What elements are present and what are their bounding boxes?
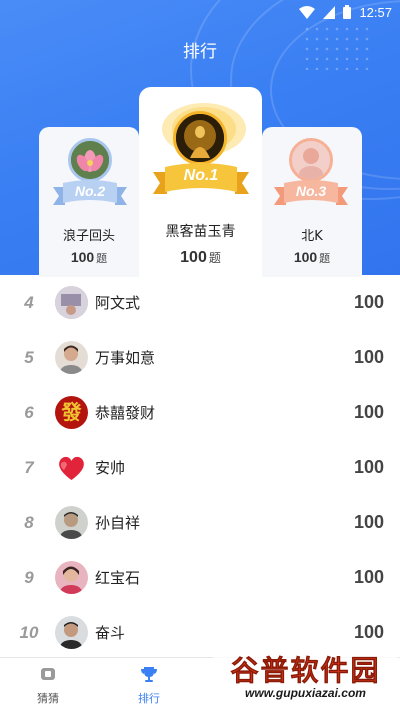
user-name: 红宝石 xyxy=(95,569,141,587)
avatar xyxy=(289,138,333,182)
tab-ranking-label: 排行 xyxy=(138,692,160,705)
avatar xyxy=(55,561,88,594)
person-avatar-icon xyxy=(55,341,88,374)
page-title: 排行 xyxy=(183,42,217,62)
rank-number: 6 xyxy=(24,402,34,422)
rank-number: 5 xyxy=(24,347,34,367)
podium-score-first: 100 题 xyxy=(139,247,262,267)
signal-icon xyxy=(323,5,336,19)
guess-icon xyxy=(41,668,55,680)
rank-badge-second: No.2 xyxy=(74,183,106,199)
ranking-row[interactable]: 5 万事如意 100 xyxy=(0,330,400,385)
ranking-row[interactable]: 9 红宝石 100 xyxy=(0,550,400,605)
ranking-row[interactable]: 6 發 恭囍發财 100 xyxy=(0,385,400,440)
wifi-icon xyxy=(299,5,316,19)
tab-ranking[interactable]: 排行 xyxy=(119,658,179,710)
status-bar: 12:57 xyxy=(299,3,392,21)
avatar xyxy=(55,451,88,484)
avatar xyxy=(55,506,88,539)
podium-name-third: 北K xyxy=(301,229,323,244)
podium-score-second: 100 题 xyxy=(39,247,139,266)
avatar xyxy=(55,341,88,374)
avatar xyxy=(68,138,112,182)
user-name: 阿文式 xyxy=(95,294,141,312)
rank-number: 9 xyxy=(24,567,34,587)
podium-card-third[interactable]: No.3 北K 100 题 xyxy=(262,127,362,277)
user-score: 100 xyxy=(353,347,384,367)
rank-number: 4 xyxy=(24,292,34,312)
avatar xyxy=(55,286,88,319)
fa-character-icon: 發 xyxy=(61,400,82,424)
ranking-row[interactable]: 4 阿文式 100 xyxy=(0,275,400,330)
user-score: 100 xyxy=(353,457,384,477)
photo-avatar-icon xyxy=(55,286,88,319)
rank-number: 10 xyxy=(19,622,39,642)
trophy-icon xyxy=(141,667,157,682)
child-avatar-icon xyxy=(292,141,330,179)
tab-guess-label: 猜猜 xyxy=(37,692,59,705)
battery-icon xyxy=(343,5,352,19)
score-value: 100 xyxy=(180,249,207,266)
user-name: 安帅 xyxy=(95,459,126,477)
tab-guess[interactable]: 猜猜 xyxy=(18,658,78,710)
rank-badge-first: No.1 xyxy=(183,167,219,184)
heart-avatar-icon xyxy=(55,451,88,484)
podium-card-second[interactable]: No.2 浪子回头 100 题 xyxy=(39,127,139,277)
user-name: 恭囍發财 xyxy=(95,404,156,422)
user-score: 100 xyxy=(353,402,384,422)
score-value: 100 xyxy=(293,249,318,265)
user-score: 100 xyxy=(353,512,384,532)
podium-card-first[interactable]: No.1 黑客苗玉青 100 题 xyxy=(139,87,262,277)
user-name: 孙自祥 xyxy=(95,514,141,532)
lotus-avatar-icon xyxy=(71,141,109,179)
avatar xyxy=(55,616,88,649)
avatar: 發 xyxy=(55,396,88,429)
status-time: 12:57 xyxy=(359,4,392,20)
user-name: 万事如意 xyxy=(95,349,156,367)
person-avatar-icon xyxy=(55,561,88,594)
rank-badge-third: No.3 xyxy=(295,183,327,199)
buddha-avatar-icon xyxy=(176,114,224,162)
user-score: 100 xyxy=(353,622,384,642)
ranking-row[interactable]: 7 安帅 100 xyxy=(0,440,400,495)
rank-number: 7 xyxy=(24,457,34,477)
user-name: 奋斗 xyxy=(95,624,126,642)
score-unit: 题 xyxy=(208,251,221,265)
rank-number: 8 xyxy=(24,512,34,532)
person-avatar-icon xyxy=(55,506,88,539)
score-value: 100 xyxy=(70,249,95,265)
watermark-url: www.gupuxiazai.com xyxy=(245,686,366,700)
podium-score-third: 100 题 xyxy=(262,247,362,266)
avatar xyxy=(173,111,227,165)
score-unit: 题 xyxy=(96,252,108,265)
score-unit: 题 xyxy=(319,252,331,265)
podium-name-second: 浪子回头 xyxy=(62,229,115,244)
podium-name-first: 黑客苗玉青 xyxy=(165,224,236,240)
user-score: 100 xyxy=(353,292,384,312)
watermark-text: 谷普软件园 xyxy=(230,654,381,688)
ranking-row[interactable]: 8 孙自祥 100 xyxy=(0,495,400,550)
user-score: 100 xyxy=(353,567,384,587)
watermark: 谷普软件园 www.gupuxiazai.com xyxy=(213,646,398,710)
person-avatar-icon xyxy=(55,616,88,649)
